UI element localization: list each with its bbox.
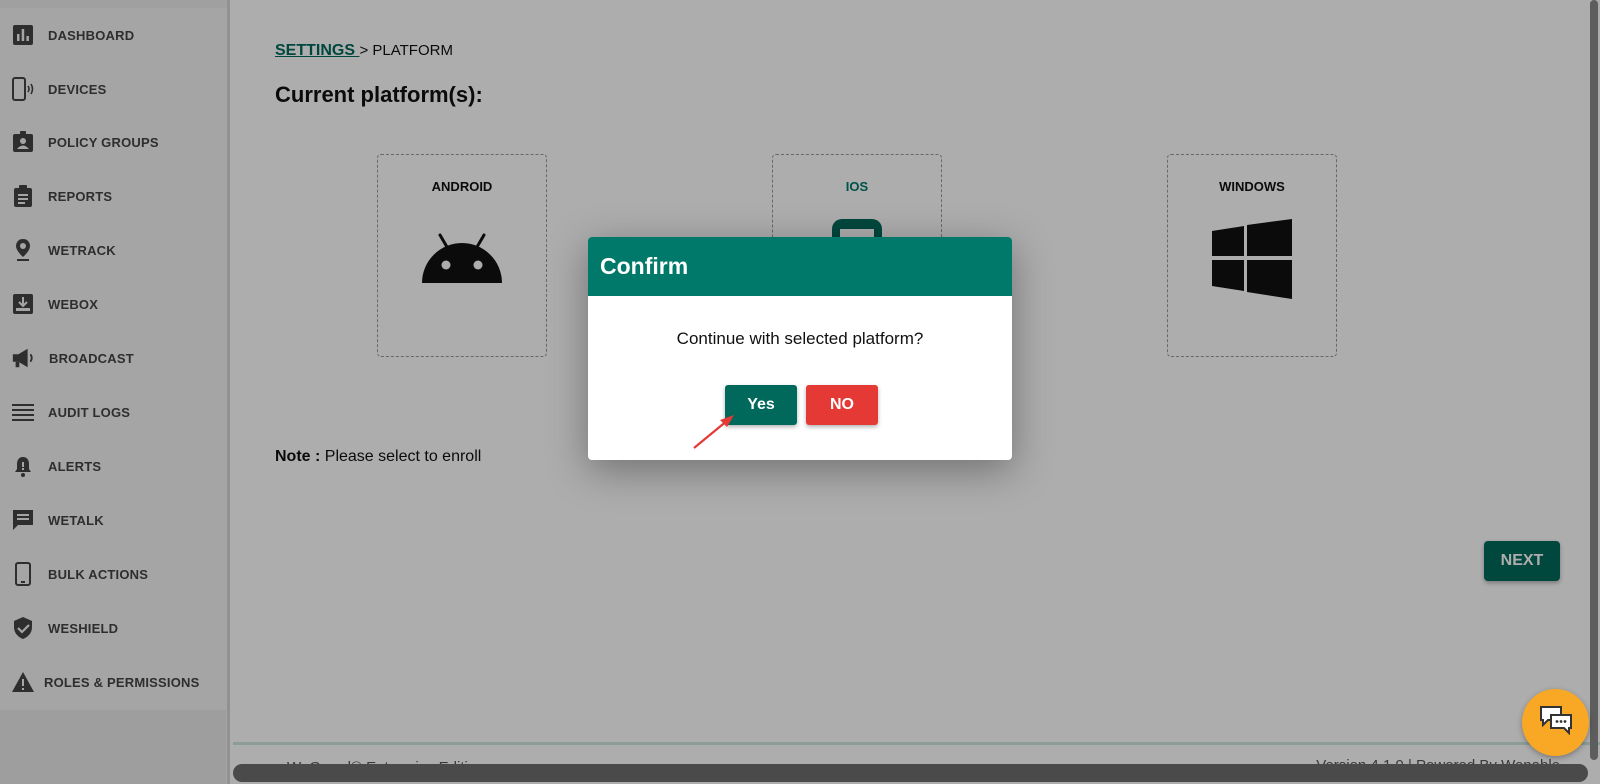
dialog-title: Confirm bbox=[588, 237, 1012, 296]
chat-bubble-icon bbox=[1539, 705, 1573, 740]
no-button[interactable]: NO bbox=[806, 385, 878, 425]
confirm-dialog: Confirm Continue with selected platform?… bbox=[588, 237, 1012, 460]
chat-widget-button[interactable] bbox=[1522, 689, 1589, 756]
dialog-message: Continue with selected platform? bbox=[676, 329, 924, 348]
annotation-arrow-icon bbox=[693, 415, 734, 449]
